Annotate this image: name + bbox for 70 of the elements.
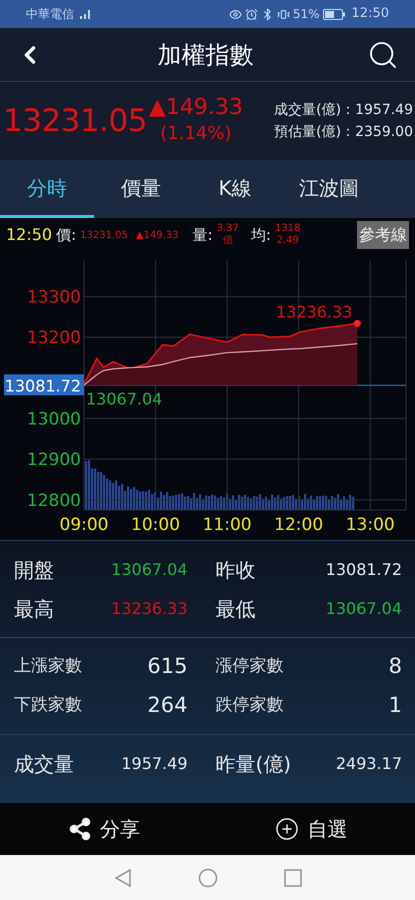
stat-label: 最低 — [216, 596, 256, 622]
stat-value: 13067.04 — [326, 598, 402, 620]
eye-icon — [228, 8, 242, 20]
action-button[interactable]: 自選 — [208, 814, 415, 844]
ticker-time: 12:50 — [6, 224, 52, 246]
stat-value: 1 — [388, 692, 402, 719]
ticker-price: 13231.05 — [80, 228, 128, 242]
axis-label: 12800 — [26, 490, 81, 511]
volume-unit: 億 — [222, 235, 233, 247]
share-icon — [68, 817, 92, 841]
battery-percent: 51% — [292, 6, 320, 23]
percent-change: (1.14%) — [160, 122, 232, 146]
info-label: 成交量(億)： — [274, 101, 356, 120]
stat-label: 昨量(億) — [216, 750, 292, 778]
tab[interactable]: 江波圖 — [282, 160, 376, 218]
stat-value: 1957.49 — [121, 752, 188, 774]
axis-label: 13200 — [26, 328, 81, 348]
action-button[interactable]: 分享 — [0, 814, 208, 844]
stat-value: 13236.33 — [111, 598, 188, 620]
stat-label: 最高 — [14, 596, 54, 622]
stat-value: 8 — [388, 652, 402, 680]
home-icon[interactable] — [198, 868, 218, 888]
last-point — [354, 320, 361, 327]
alarm-icon — [244, 8, 258, 20]
stat-label: 成交量 — [14, 750, 74, 778]
high-annotation: 13236.33 — [276, 302, 352, 322]
signal-icon — [78, 9, 92, 19]
reference-line-button[interactable]: 參考線 — [357, 221, 409, 249]
stat-label: 下跌家數 — [14, 694, 82, 717]
tab[interactable]: K線 — [188, 160, 282, 218]
axis-label: 12900 — [26, 450, 81, 470]
ticker-average: 1318 — [274, 223, 300, 235]
stat-label: 開盤 — [14, 556, 54, 584]
average-label: 均: — [250, 224, 271, 246]
stat-label: 跌停家數 — [216, 694, 284, 717]
stat-value: 13081.72 — [326, 558, 402, 580]
ticker-volume: 3.37 — [216, 223, 239, 234]
plus-circle-icon — [275, 817, 300, 841]
stat-label: 上漲家數 — [14, 654, 82, 678]
price-label: 價: — [56, 224, 76, 246]
stat-label: 昨收 — [216, 556, 256, 584]
clock: 12:50 — [352, 5, 389, 24]
vibrate-icon — [276, 8, 290, 20]
stat-value: 615 — [147, 652, 188, 680]
axis-label: 13:00 — [346, 515, 395, 535]
stat-label: 漲停家數 — [216, 654, 284, 678]
stat-value: 2493.17 — [336, 752, 402, 774]
price-change: ▲149.33 — [148, 95, 243, 121]
ticker-change: ▲149.33 — [136, 228, 179, 242]
low-annotation: 13067.04 — [86, 389, 162, 408]
info-value: 1957.49 — [355, 101, 413, 120]
volume-label: 量: — [192, 224, 213, 246]
info-label: 預估量(億)： — [274, 123, 356, 142]
carrier-name: 中華電信 — [26, 6, 74, 23]
recent-apps-icon[interactable] — [284, 868, 302, 886]
battery-icon — [322, 8, 345, 20]
axis-label: 09:00 — [60, 515, 108, 535]
ticker-average: 2.49 — [276, 235, 299, 247]
axis-label: 12:00 — [274, 515, 324, 535]
info-value: 2359.00 — [355, 123, 413, 142]
axis-label: 13000 — [26, 410, 81, 430]
axis-label: 11:00 — [202, 515, 252, 535]
stat-value: 13067.04 — [111, 558, 188, 580]
index-price: 13231.05 — [3, 102, 147, 141]
reference-label: 13081.72 — [4, 374, 84, 396]
stat-value: 264 — [147, 692, 188, 719]
tab[interactable]: 價量 — [94, 160, 188, 218]
page-title: 加權指數 — [158, 40, 254, 70]
axis-label: 10:00 — [131, 515, 180, 535]
axis-label: 13300 — [26, 288, 81, 308]
